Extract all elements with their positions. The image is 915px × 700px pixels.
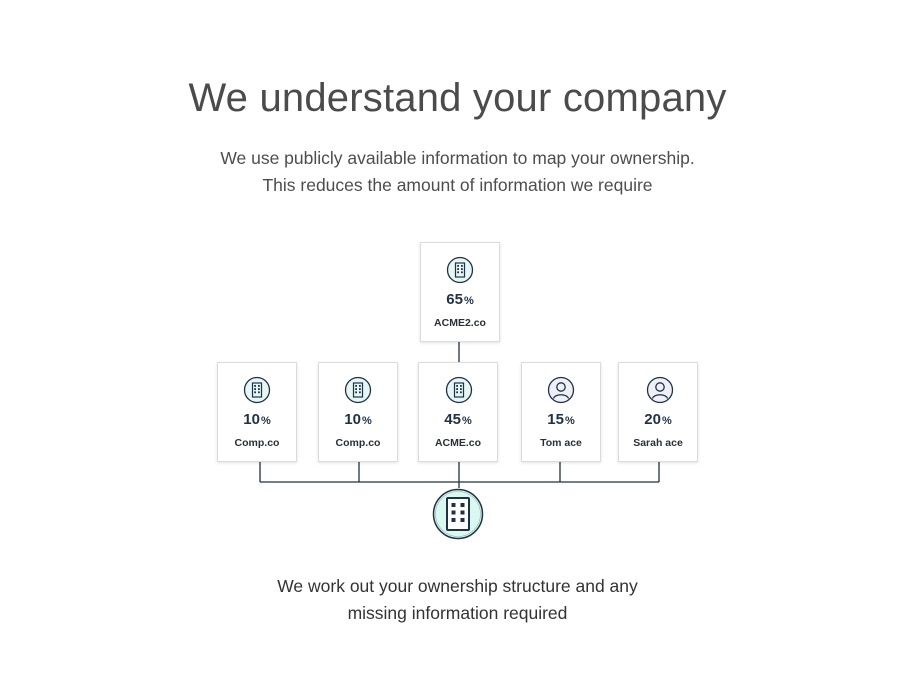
owner-name: ACME.co — [434, 437, 482, 449]
percentage-value: 45 — [444, 411, 461, 428]
percent-sign: % — [564, 415, 575, 427]
owner-card[interactable]: 45% ACME.co — [418, 362, 498, 462]
owner-name: Comp.co — [234, 437, 280, 449]
owner-card[interactable]: 20% Sarah ace — [618, 362, 698, 462]
percentage-value: 20 — [644, 411, 661, 428]
percent-sign: % — [463, 295, 474, 307]
footer-line-2: missing information required — [347, 603, 568, 623]
page-title: We understand your company — [188, 76, 727, 120]
percent-sign: % — [361, 415, 372, 427]
owner-card[interactable]: 15% Tom ace — [521, 362, 601, 462]
percent-sign: % — [661, 415, 672, 427]
percentage-value: 65 — [446, 291, 463, 308]
owner-name: Tom ace — [540, 437, 582, 449]
owner-percentage: 45% — [419, 411, 497, 428]
percent-sign: % — [461, 415, 472, 427]
owner-percentage: 10% — [218, 411, 296, 428]
owner-percentage: 15% — [522, 411, 600, 428]
percentage-value: 10 — [344, 411, 361, 428]
person-icon — [646, 376, 674, 404]
owner-card[interactable]: 10% Comp.co — [318, 362, 398, 462]
owner-name: Sarah ace — [633, 437, 683, 449]
ownership-page: We understand your company We use public… — [0, 0, 915, 700]
parent-name: ACME2.co — [434, 317, 486, 329]
owner-percentage: 10% — [319, 411, 397, 428]
parent-card[interactable]: 65% ACME2.co — [420, 242, 500, 342]
owner-percentage: 20% — [619, 411, 697, 428]
building-icon — [243, 376, 271, 404]
parent-percentage: 65% — [421, 291, 499, 308]
subtitle-line-2: This reduces the amount of information w… — [262, 175, 653, 195]
footer-description: We work out your ownership structure and… — [0, 573, 915, 627]
owner-card[interactable]: 10% Comp.co — [217, 362, 297, 462]
building-icon — [432, 488, 484, 540]
subtitle-line-1: We use publicly available information to… — [220, 148, 695, 168]
company-hub — [432, 488, 484, 540]
person-icon — [547, 376, 575, 404]
percentage-value: 15 — [547, 411, 564, 428]
footer-line-1: We work out your ownership structure and… — [277, 576, 638, 596]
building-icon — [446, 256, 474, 284]
percent-sign: % — [260, 415, 271, 427]
building-icon — [445, 376, 473, 404]
page-subtitle: We use publicly available information to… — [0, 145, 915, 199]
building-icon — [344, 376, 372, 404]
percentage-value: 10 — [243, 411, 260, 428]
owner-name: Comp.co — [335, 437, 381, 449]
